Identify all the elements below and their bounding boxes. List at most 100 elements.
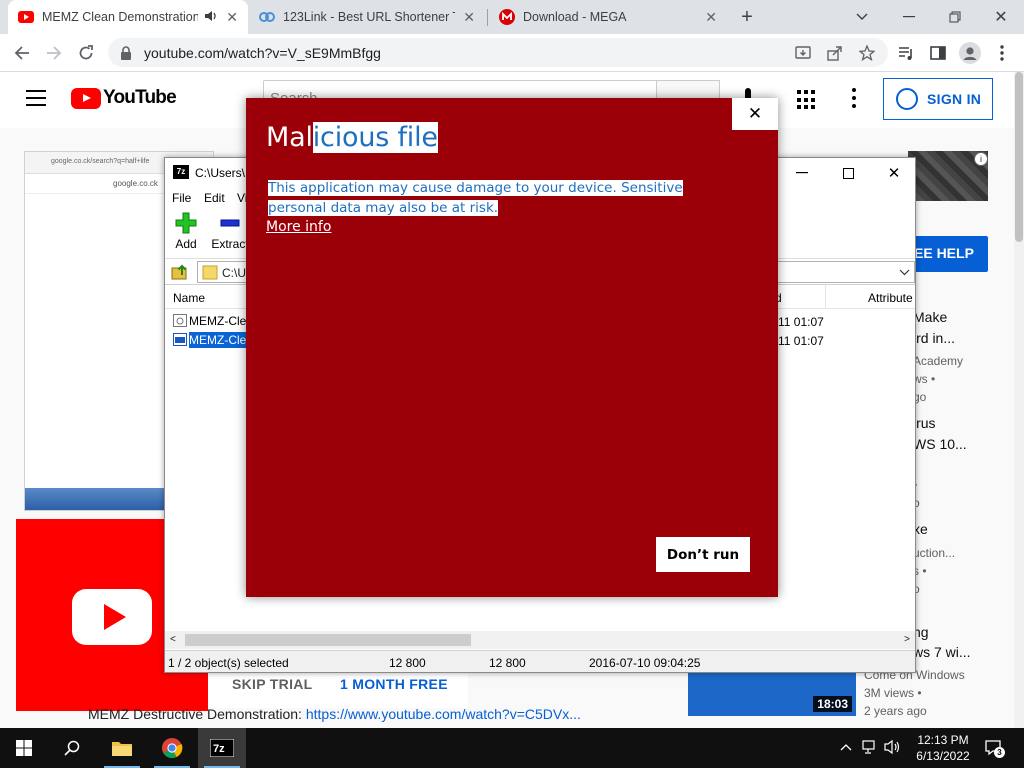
bookmark-star-icon[interactable] — [854, 40, 880, 66]
side-panel-icon[interactable] — [925, 40, 951, 66]
forward-icon[interactable] — [40, 39, 68, 67]
show-hidden-icons-chevron-icon[interactable] — [840, 740, 852, 754]
audio-icon[interactable] — [204, 10, 218, 25]
folder-icon — [202, 264, 218, 283]
month-free-button[interactable]: 1 MONTH FREE — [340, 676, 448, 692]
close-window-icon[interactable]: ✕ — [871, 158, 917, 188]
maximize-icon[interactable] — [825, 158, 871, 188]
see-help-button[interactable]: EE HELP — [906, 236, 988, 272]
install-app-icon[interactable] — [790, 40, 816, 66]
recommendation-title[interactable]: Make — [913, 309, 947, 325]
close-tab-icon[interactable]: ✕ — [226, 9, 238, 26]
mega-icon — [499, 9, 515, 25]
address-bar[interactable]: youtube.com/watch?v=V_sE9MmBfgg — [108, 38, 888, 67]
folder-up-icon[interactable] — [171, 263, 189, 284]
tab-mega[interactable]: Download - MEGA ✕ — [489, 0, 727, 34]
scroll-left-icon[interactable]: < — [170, 634, 176, 645]
file-row-selected[interactable]: MEMZ-Cle — [173, 332, 253, 349]
recommendation-age: 2 years ago — [864, 704, 927, 718]
back-icon[interactable] — [8, 39, 36, 67]
minimize-icon[interactable] — [886, 0, 932, 34]
search-icon[interactable] — [48, 728, 96, 768]
url-text: youtube.com/watch?v=V_sE9MmBfgg — [144, 44, 381, 61]
description-link[interactable]: https://www.youtube.com/watch?v=C5DVx... — [306, 706, 581, 722]
sign-in-button[interactable]: SIGN IN — [883, 78, 993, 120]
column-attributes[interactable]: Attribute — [868, 291, 913, 305]
file-row[interactable]: MEMZ-Cle — [173, 313, 253, 330]
description-text: MEMZ Destructive Demonstration: — [88, 706, 306, 722]
windows-taskbar: 7z 12:13 PM 6/13/2022 3 — [0, 728, 1024, 768]
dialog-close-button[interactable]: ✕ — [732, 98, 778, 130]
ad-info-icon[interactable]: i — [974, 152, 988, 166]
reload-icon[interactable] — [72, 39, 100, 67]
page-scrollbar[interactable] — [1014, 72, 1024, 728]
network-icon[interactable] — [862, 739, 878, 758]
new-tab-button[interactable]: + — [724, 0, 770, 34]
dialog-message: This application may cause damage to you… — [268, 178, 743, 218]
apps-grid-icon[interactable] — [797, 90, 817, 110]
chevron-down-icon[interactable] — [899, 265, 910, 279]
video-description: MEMZ Destructive Demonstration: https://… — [88, 706, 581, 722]
recommendation-title[interactable]: WS 10... — [913, 436, 967, 452]
lock-icon[interactable] — [120, 45, 132, 60]
notification-count-badge: 3 — [994, 747, 1005, 758]
chrome-icon[interactable] — [148, 728, 196, 768]
start-icon[interactable] — [0, 728, 48, 768]
file-explorer-icon[interactable] — [98, 728, 146, 768]
close-tab-icon[interactable]: ✕ — [705, 9, 717, 26]
recommendation-title[interactable]: ws 7 wi... — [913, 644, 971, 660]
7zip-icon[interactable]: 7z — [198, 728, 246, 768]
scroll-right-icon[interactable]: > — [904, 634, 910, 645]
recommendation-thumbnail[interactable]: 18:03 — [688, 670, 856, 716]
action-center-icon[interactable]: 3 — [984, 738, 1005, 758]
malicious-file-dialog: Malicious file ✕ This application may ca… — [246, 98, 778, 597]
recommendation-title[interactable]: irus — [913, 415, 936, 431]
more-info-link[interactable]: More info — [266, 219, 331, 235]
column-name[interactable]: Name — [173, 291, 205, 305]
selection-count: 1 / 2 object(s) selected — [168, 656, 289, 670]
profile-avatar-icon[interactable] — [957, 40, 983, 66]
dialog-message-text: This application may cause damage to you… — [268, 180, 683, 216]
dialog-title-plain: Mal — [266, 122, 313, 153]
tab-title: Download - MEGA — [523, 10, 627, 24]
executable-file-icon — [173, 314, 187, 330]
skip-trial-button[interactable]: SKIP TRIAL — [232, 676, 313, 692]
share-icon[interactable] — [822, 40, 848, 66]
horizontal-scrollbar[interactable]: < > — [165, 631, 915, 649]
extract-button[interactable]: Extract — [210, 212, 250, 251]
dont-run-button[interactable]: Don’t run — [656, 537, 750, 572]
column-divider — [825, 285, 826, 309]
recommendation-channel: Academy — [913, 354, 964, 368]
chrome-menu-icon[interactable] — [989, 40, 1015, 66]
sign-in-label: SIGN IN — [927, 91, 982, 107]
close-window-icon[interactable]: ✕ — [978, 0, 1024, 34]
selection-size: 12 800 — [389, 656, 426, 670]
media-control-icon[interactable] — [893, 40, 919, 66]
tab-123link[interactable]: 123Link - Best URL Shortener To ✕ — [249, 0, 485, 34]
youtube-play-icon — [71, 87, 101, 109]
minimize-icon[interactable] — [779, 158, 825, 188]
scrollbar-thumb[interactable] — [1015, 72, 1023, 242]
taskbar-clock[interactable]: 12:13 PM 6/13/2022 — [912, 732, 974, 764]
7zip-window-title: C:\Users\ — [195, 166, 246, 180]
7zip-path-text: C:\U — [222, 266, 246, 280]
svg-text:7z: 7z — [213, 743, 225, 755]
youtube-logo[interactable]: YouTube — [71, 87, 177, 109]
tab-memz-clean-demonstration[interactable]: MEMZ Clean Demonstration ✕ — [8, 0, 248, 34]
recommendation-views: ws • — [913, 372, 936, 386]
hamburger-menu-icon[interactable] — [26, 90, 46, 106]
close-tab-icon[interactable]: ✕ — [463, 9, 475, 26]
browser-toolbar: youtube.com/watch?v=V_sE9MmBfgg — [0, 34, 1024, 72]
recommendation-title[interactable]: ird in... — [913, 330, 955, 346]
add-button[interactable]: Add — [173, 212, 199, 251]
file-modified: 11 01:07 — [778, 334, 824, 348]
dialog-title-selected: icious file — [312, 122, 438, 153]
menu-edit[interactable]: Edit — [204, 191, 225, 205]
restore-icon[interactable] — [932, 0, 978, 34]
7zip-icon: 7z — [173, 165, 189, 179]
tab-search-chevron-icon[interactable] — [839, 0, 885, 34]
settings-more-icon[interactable] — [852, 88, 856, 108]
menu-file[interactable]: File — [172, 191, 191, 205]
scrollbar-thumb[interactable] — [185, 634, 471, 646]
volume-icon[interactable] — [884, 739, 902, 758]
